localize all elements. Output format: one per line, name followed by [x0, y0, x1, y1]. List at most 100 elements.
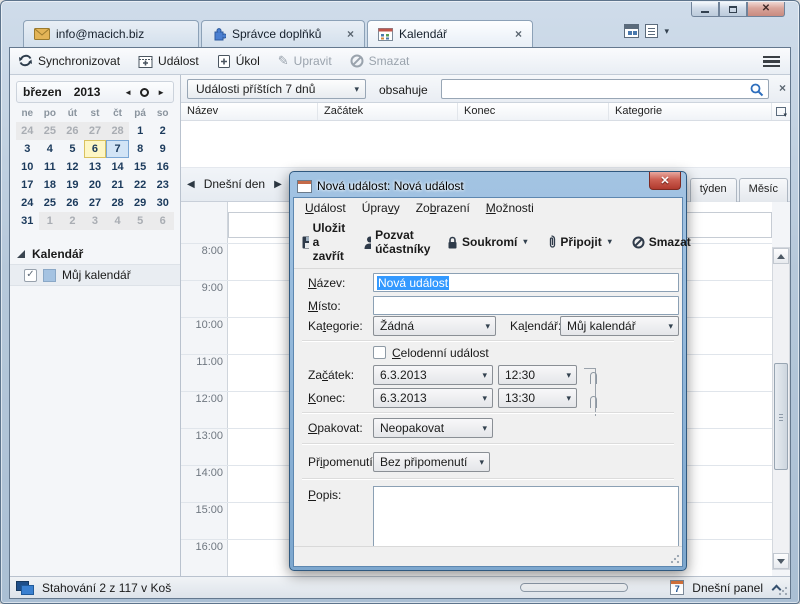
edit-button[interactable]: ✎ Upravit: [278, 53, 332, 69]
search-input[interactable]: [446, 81, 746, 97]
close-button[interactable]: ✕: [747, 2, 785, 17]
tab-mail-account[interactable]: info@macich.biz: [23, 20, 199, 47]
previous-month-icon[interactable]: ◄: [122, 88, 134, 97]
calendar-dropdown[interactable]: Můj kalendář ▾: [560, 316, 679, 336]
repeat-dropdown[interactable]: Neopakovat ▾: [373, 418, 493, 438]
mini-calendar-day[interactable]: 3: [84, 212, 107, 230]
mini-calendar-day[interactable]: 1: [39, 212, 62, 230]
view-tab-week[interactable]: týden: [690, 178, 737, 202]
previous-day-icon[interactable]: ◀: [187, 179, 195, 190]
mini-calendar-day[interactable]: 25: [39, 194, 62, 212]
menu-edit[interactable]: Úpravy: [355, 200, 407, 216]
mini-calendar-day[interactable]: 6: [84, 140, 107, 158]
chevron-down-icon[interactable]: ▾: [523, 238, 527, 246]
mini-calendar-day[interactable]: 2: [151, 122, 174, 140]
mini-calendar-day[interactable]: 10: [16, 158, 39, 176]
mini-calendar-day[interactable]: 28: [106, 122, 129, 140]
maximize-button[interactable]: [719, 2, 747, 17]
scrollbar-thumb[interactable]: [774, 363, 788, 470]
reminder-dropdown[interactable]: Bez připomenutí ▾: [373, 452, 490, 472]
mini-calendar-day[interactable]: 5: [129, 212, 152, 230]
privacy-button[interactable]: Soukromí ▾: [445, 234, 529, 250]
mini-calendar-day[interactable]: 22: [129, 176, 152, 194]
clear-filter-icon[interactable]: ×: [779, 82, 786, 94]
close-tab-icon[interactable]: ×: [345, 28, 356, 40]
event-range-dropdown[interactable]: Události příštích 7 dnů ▾: [187, 79, 366, 99]
mini-calendar-day[interactable]: 18: [39, 176, 62, 194]
close-tab-icon[interactable]: ×: [513, 28, 524, 40]
dialog-resize-grip[interactable]: [670, 554, 680, 564]
mini-calendar-day[interactable]: 19: [61, 176, 84, 194]
timezone-link-icon[interactable]: [590, 372, 597, 384]
start-date-dropdown[interactable]: 6.3.2013 ▾: [373, 365, 493, 385]
mini-calendar-day[interactable]: 29: [129, 194, 152, 212]
column-picker-button[interactable]: [772, 103, 790, 120]
timezone-link-icon[interactable]: [590, 396, 597, 408]
vertical-scrollbar[interactable]: [772, 247, 790, 570]
event-title-input[interactable]: Nová událost: [373, 273, 679, 292]
column-header-end[interactable]: Konec: [458, 103, 609, 120]
minimize-button[interactable]: [691, 2, 719, 17]
open-calendar-tab-icon[interactable]: [624, 24, 639, 38]
column-header-name[interactable]: Název: [181, 103, 318, 120]
all-day-checkbox[interactable]: [373, 346, 386, 359]
mini-calendar-day[interactable]: 26: [61, 122, 84, 140]
mini-calendar-day[interactable]: 24: [16, 122, 39, 140]
today-circle-icon[interactable]: [140, 88, 149, 97]
mini-calendar-day[interactable]: 27: [84, 194, 107, 212]
today-panel-button[interactable]: Dnešní panel: [692, 581, 763, 595]
mini-calendar-day[interactable]: 23: [151, 176, 174, 194]
mini-calendar-day[interactable]: 12: [61, 158, 84, 176]
mini-calendar-day[interactable]: 20: [84, 176, 107, 194]
attach-button[interactable]: Připojit ▾: [545, 234, 613, 250]
mini-calendar-day[interactable]: 11: [39, 158, 62, 176]
search-icon[interactable]: [750, 83, 764, 97]
mini-calendar-day[interactable]: 21: [106, 176, 129, 194]
mini-calendar-day[interactable]: 5: [61, 140, 84, 158]
calendar-list-header[interactable]: Kalendář: [10, 244, 180, 264]
invite-attendees-button[interactable]: Pozvat účastníky: [362, 227, 437, 257]
mini-calendar-day[interactable]: 27: [84, 122, 107, 140]
dialog-delete-button[interactable]: Smazat: [630, 234, 693, 250]
app-menu-icon[interactable]: [763, 56, 780, 67]
view-tab-month[interactable]: Měsíc: [739, 178, 788, 202]
dialog-close-button[interactable]: ✕: [649, 172, 681, 190]
mini-calendar-day[interactable]: 24: [16, 194, 39, 212]
mini-calendar-day[interactable]: 31: [16, 212, 39, 230]
next-month-icon[interactable]: ►: [155, 88, 167, 97]
mini-calendar-day[interactable]: 26: [61, 194, 84, 212]
expander-twisty-icon[interactable]: [17, 250, 25, 258]
mini-calendar-day[interactable]: 2: [61, 212, 84, 230]
mini-calendar-day[interactable]: 25: [39, 122, 62, 140]
mini-calendar-day[interactable]: 17: [16, 176, 39, 194]
delete-button[interactable]: Smazat: [350, 54, 410, 68]
mini-calendar-day[interactable]: 15: [129, 158, 152, 176]
scroll-down-button[interactable]: [773, 553, 789, 569]
chevron-down-icon[interactable]: ▾: [664, 27, 669, 36]
mini-calendar-day[interactable]: 8: [129, 140, 152, 158]
next-day-icon[interactable]: ▶: [274, 179, 282, 190]
mini-calendar-day[interactable]: 1: [129, 122, 152, 140]
end-time-dropdown[interactable]: 13:30 ▾: [498, 388, 577, 408]
mini-calendar-day[interactable]: 9: [151, 140, 174, 158]
end-date-dropdown[interactable]: 6.3.2013 ▾: [373, 388, 493, 408]
mini-calendar-day[interactable]: 13: [84, 158, 107, 176]
dialog-title-bar[interactable]: Nová událost: Nová událost ✕: [293, 175, 683, 197]
event-location-input[interactable]: [373, 296, 679, 315]
menu-event[interactable]: Událost: [298, 200, 353, 216]
mini-calendar-day[interactable]: 7: [106, 140, 129, 158]
mini-calendar-day[interactable]: 4: [106, 212, 129, 230]
calendar-list-item[interactable]: ✓ Můj kalendář: [10, 264, 180, 286]
column-header-category[interactable]: Kategorie: [609, 103, 772, 120]
mini-calendar-day[interactable]: 3: [16, 140, 39, 158]
scroll-up-button[interactable]: [773, 248, 789, 264]
open-tasks-tab-icon[interactable]: [645, 24, 658, 38]
mini-calendar-day[interactable]: 16: [151, 158, 174, 176]
mini-calendar-day[interactable]: 14: [106, 158, 129, 176]
tab-calendar[interactable]: Kalendář ×: [367, 20, 533, 47]
calendar-checkbox[interactable]: ✓: [24, 269, 37, 282]
synchronize-button[interactable]: Synchronizovat: [18, 54, 120, 68]
menu-options[interactable]: Možnosti: [479, 200, 541, 216]
today-button[interactable]: Dnešní den: [204, 177, 265, 191]
mini-calendar-day[interactable]: 4: [39, 140, 62, 158]
